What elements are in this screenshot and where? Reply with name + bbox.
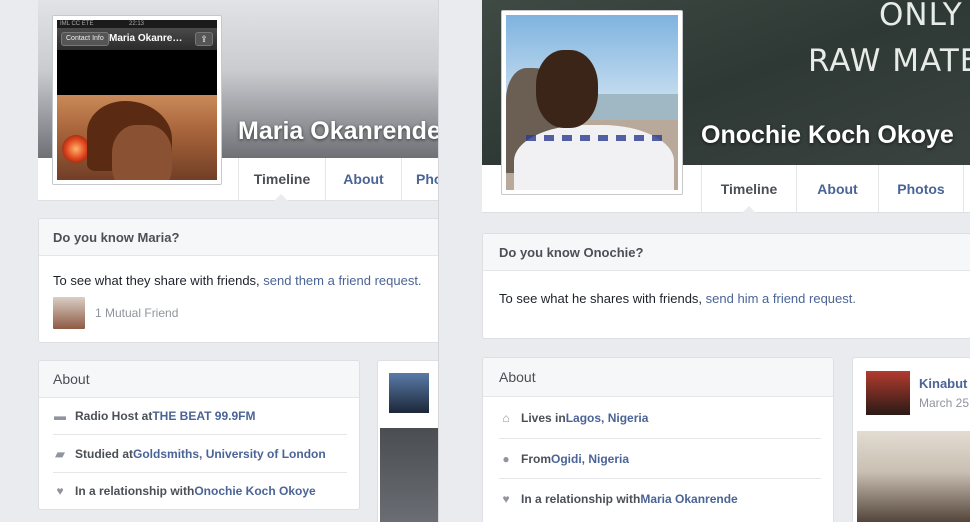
about-row-prefix: From — [521, 451, 551, 466]
shirt-stripes — [526, 135, 666, 141]
about-row-home: ⌂ Lives in Lagos, Nigeria — [499, 397, 821, 439]
graduation-cap-icon: ▰ — [55, 446, 65, 461]
about-row-relationship: ♥ In a relationship with Maria Okanrende — [499, 479, 821, 519]
about-row-work: ▬ Radio Host at THE BEAT 99.9FM — [53, 398, 347, 435]
know-card-prefix: To see what he shares with friends, — [499, 291, 706, 306]
red-light-shape — [62, 135, 90, 163]
active-tab-pointer — [274, 194, 288, 201]
profile-photo-image: IML CC ETE 22:13 Contact Info Maria Okanr… — [57, 20, 217, 180]
phone-status-bar: IML CC ETE 22:13 — [57, 20, 217, 28]
know-card-text: To see what they share with friends, sen… — [53, 273, 422, 288]
briefcase-icon: ▬ — [54, 409, 66, 423]
about-row-prefix: In a relationship with — [521, 492, 641, 506]
feed-card — [377, 360, 438, 522]
know-card: Do you know Maria? To see what they shar… — [38, 218, 438, 343]
friend-request-link[interactable]: send him a friend request. — [706, 291, 856, 306]
heart-icon: ♥ — [56, 484, 64, 498]
know-card-title: Do you know Onochie? — [483, 234, 970, 271]
tab-timeline[interactable]: Timeline — [701, 165, 796, 212]
contact-info-button: Contact Info — [61, 32, 109, 46]
active-tab-pointer — [742, 206, 756, 213]
tab-photos[interactable]: Photos — [878, 165, 964, 212]
about-list: ⌂ Lives in Lagos, Nigeria ● From Ogidi, … — [483, 397, 833, 519]
profile-picture[interactable]: IML CC ETE 22:13 Contact Info Maria Okanr… — [52, 15, 222, 185]
about-card-title: About — [39, 361, 359, 398]
status-text: IML CC ETE — [60, 21, 94, 27]
mutual-friend-avatar[interactable] — [53, 297, 85, 329]
about-card: About ▬ Radio Host at THE BEAT 99.9FM ▰ … — [38, 360, 360, 510]
feed-author-name[interactable]: Kinabut — [919, 376, 967, 391]
face-shape — [112, 125, 172, 180]
about-row-link[interactable]: Maria Okanrende — [640, 492, 737, 506]
about-card-title: About — [483, 358, 833, 397]
feed-avatar[interactable] — [866, 371, 910, 415]
about-row-prefix: Radio Host at — [75, 409, 153, 423]
mutual-friend-count[interactable]: 1 Mutual Friend — [95, 306, 178, 320]
profile-photo-image — [506, 15, 678, 190]
home-icon: ⌂ — [502, 410, 510, 425]
tab-about[interactable]: About — [325, 158, 401, 200]
know-card-prefix: To see what they share with friends, — [53, 273, 264, 288]
know-card-title: Do you know Maria? — [39, 219, 438, 256]
profile-picture[interactable] — [501, 10, 683, 195]
about-row-prefix: In a relationship with — [75, 484, 195, 498]
feed-avatar[interactable] — [389, 373, 429, 413]
feed-date[interactable]: March 25 — [919, 396, 969, 410]
about-row-link[interactable]: Onochie Koch Okoye — [194, 484, 315, 498]
friend-request-link[interactable]: send them a friend request. — [263, 273, 421, 288]
about-row-link[interactable]: THE BEAT 99.9FM — [152, 409, 255, 423]
phone-black-area — [57, 50, 217, 95]
profile-name[interactable]: Maria Okanrende — [238, 117, 438, 146]
about-list: ▬ Radio Host at THE BEAT 99.9FM ▰ Studie… — [39, 398, 359, 509]
about-row-prefix: Studied at — [75, 446, 134, 461]
profile-name[interactable]: Onochie Koch Okoye — [701, 121, 954, 150]
left-profile-panel: Maria Okanrende Timeline About Pho IML C… — [0, 0, 438, 522]
heart-icon: ♥ — [502, 492, 510, 506]
phone-nav-bar: Contact Info Maria Okanre… ⇪ — [57, 28, 217, 50]
about-row-relationship: ♥ In a relationship with Onochie Koch Ok… — [53, 473, 347, 509]
tab-photos[interactable]: Pho — [401, 158, 438, 200]
about-row-link[interactable]: Ogidi, Nigeria — [551, 452, 629, 466]
tab-about[interactable]: About — [796, 165, 878, 212]
phone-title: Maria Okanre… — [109, 33, 183, 44]
about-card: About ⌂ Lives in Lagos, Nigeria ● From O… — [482, 357, 834, 522]
feed-card: Kinabut March 25 — [852, 357, 970, 522]
cover-text-line-1: ONLY — [879, 0, 963, 33]
share-icon: ⇪ — [195, 32, 213, 46]
right-profile-panel: ONLY RAW MATE Onochie Koch Okoye Timelin… — [438, 0, 970, 522]
about-row-link[interactable]: Lagos, Nigeria — [566, 411, 649, 425]
head-shape — [536, 50, 598, 128]
about-row-hometown: ● From Ogidi, Nigeria — [499, 439, 821, 479]
status-time: 22:13 — [129, 21, 145, 27]
location-pin-icon: ● — [502, 451, 510, 466]
mutual-friend-row[interactable]: 1 Mutual Friend — [53, 297, 178, 329]
about-row-link[interactable]: Goldsmiths, University of London — [133, 447, 326, 461]
portrait-photo — [57, 95, 217, 180]
about-row-prefix: Lives in — [521, 410, 566, 425]
feed-image[interactable] — [380, 428, 438, 522]
know-card-text: To see what he shares with friends, send… — [499, 291, 856, 306]
cover-text-line-2: RAW MATE — [808, 43, 970, 79]
feed-image[interactable] — [857, 431, 970, 522]
know-card: Do you know Onochie? To see what he shar… — [482, 233, 970, 339]
about-row-education: ▰ Studied at Goldsmiths, University of L… — [53, 435, 347, 473]
